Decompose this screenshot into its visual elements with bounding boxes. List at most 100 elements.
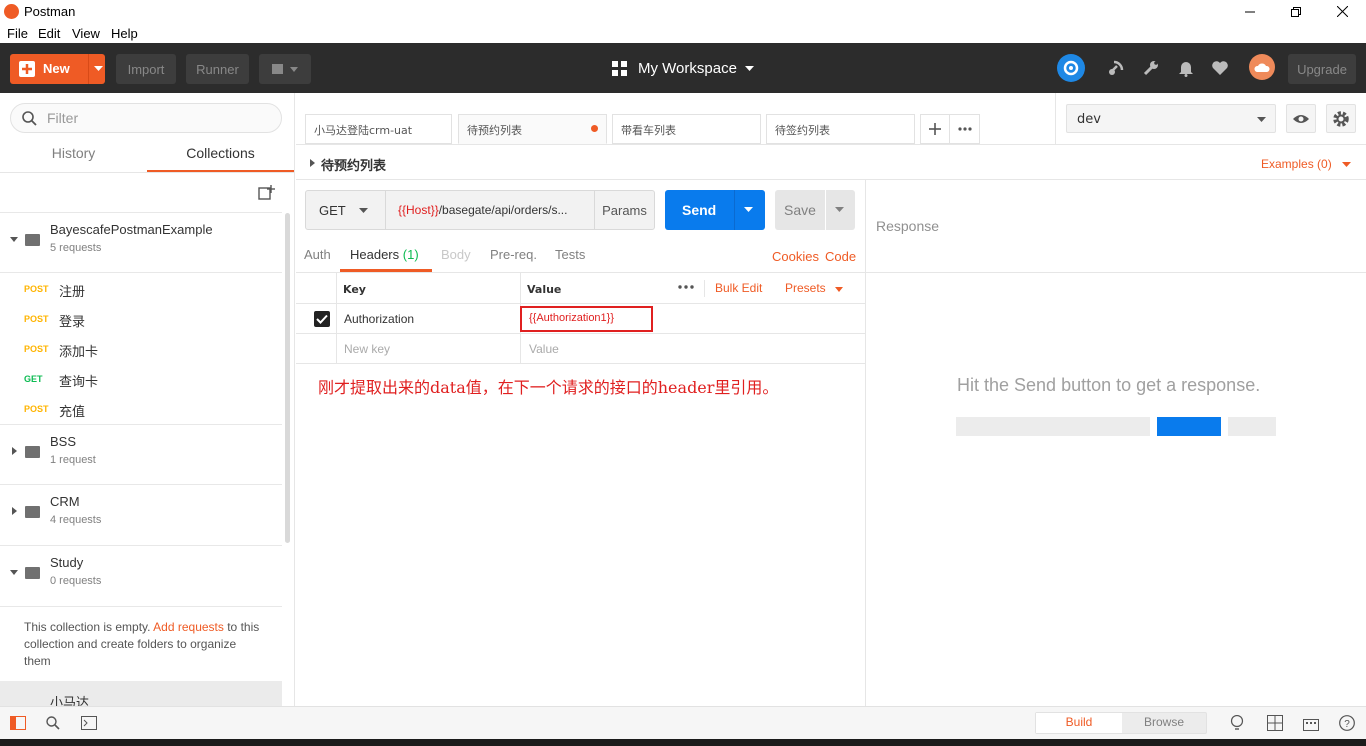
import-button[interactable]: Import xyxy=(116,54,176,84)
presets-dropdown[interactable]: Presets xyxy=(785,281,826,295)
chevron-down-icon[interactable] xyxy=(835,207,844,213)
collection-item[interactable]: 小马达 xyxy=(0,681,282,706)
menu-edit[interactable]: Edit xyxy=(38,26,60,41)
cookies-link[interactable]: Cookies xyxy=(772,249,819,264)
layout-icon[interactable] xyxy=(1267,715,1283,731)
request-item[interactable]: POST 添加卡 xyxy=(0,335,282,365)
menu-view[interactable]: View xyxy=(72,26,100,41)
manage-environments-button[interactable] xyxy=(1326,104,1356,133)
header-key[interactable]: Authorization xyxy=(344,312,414,326)
tab-history[interactable]: History xyxy=(0,145,147,173)
chevron-down-icon xyxy=(1257,117,1266,122)
environment-quick-look-button[interactable] xyxy=(1286,104,1316,133)
caret-right-icon[interactable] xyxy=(310,159,315,167)
placeholder-bar xyxy=(1228,417,1276,436)
workspace-switcher[interactable]: My Workspace xyxy=(612,60,754,77)
wrench-icon[interactable] xyxy=(1140,57,1162,79)
tab-tests[interactable]: Tests xyxy=(555,247,585,262)
grid-icon xyxy=(612,60,627,76)
menu-help[interactable]: Help xyxy=(111,26,138,41)
upgrade-button[interactable]: Upgrade xyxy=(1288,54,1356,84)
tab-collections[interactable]: Collections xyxy=(147,145,294,173)
bulk-edit-link[interactable]: Bulk Edit xyxy=(715,281,762,295)
url-path: /basegate/api/orders/s... xyxy=(438,203,568,217)
request-item[interactable]: POST 注册 xyxy=(0,275,282,305)
sync-icon[interactable] xyxy=(1057,54,1085,82)
keyboard-shortcuts-icon[interactable] xyxy=(1303,715,1319,731)
header-enabled-checkbox[interactable] xyxy=(314,311,330,327)
send-button[interactable]: Send xyxy=(665,190,765,230)
request-item[interactable]: POST 登录 xyxy=(0,305,282,335)
chevron-down-icon[interactable] xyxy=(94,66,103,72)
add-tab-icon[interactable] xyxy=(921,115,950,143)
close-icon[interactable] xyxy=(1319,0,1365,23)
restore-icon[interactable] xyxy=(1273,0,1319,23)
collection-count: 4 requests xyxy=(50,514,102,526)
satellite-icon[interactable] xyxy=(1105,57,1127,79)
collection-item[interactable]: Study 0 requests xyxy=(0,546,282,607)
new-button[interactable]: New xyxy=(10,54,105,84)
headers-table-header: Key Value Bulk Edit Presets xyxy=(296,273,865,363)
url-input[interactable]: {{Host}}/basegate/api/orders/s... xyxy=(385,190,595,230)
send-label: Send xyxy=(682,202,717,218)
build-button[interactable]: Build xyxy=(1036,713,1122,733)
request-tab-label: 待预约列表 xyxy=(467,124,522,137)
tab-body[interactable]: Body xyxy=(441,247,471,262)
minimize-icon[interactable] xyxy=(1227,0,1273,23)
collection-item[interactable]: BSS 1 request xyxy=(0,424,282,485)
header-toolbar: New Import Runner My Workspace Upgrade xyxy=(0,43,1366,93)
examples-dropdown[interactable]: Examples (0) xyxy=(1261,157,1332,171)
empty-collection-message: This collection is empty. Add requests t… xyxy=(24,619,264,670)
menu-file[interactable]: File xyxy=(7,26,28,41)
method-select[interactable]: GET xyxy=(305,190,386,230)
help-icon[interactable]: ? xyxy=(1339,715,1355,731)
search-icon[interactable] xyxy=(46,716,60,730)
annotation-note: 刚才提取出来的data值，在下一个请求的接口的header里引用。 xyxy=(318,378,779,397)
sidebar-toggle-icon[interactable] xyxy=(10,716,26,730)
request-item[interactable]: POST 充值 xyxy=(0,395,282,425)
code-link[interactable]: Code xyxy=(825,249,856,264)
column-key: Key xyxy=(343,283,366,296)
new-value-input[interactable]: Value xyxy=(529,342,559,356)
method-value: GET xyxy=(319,203,346,218)
console-icon[interactable] xyxy=(81,716,97,730)
lightbulb-icon[interactable] xyxy=(1230,715,1244,731)
check-icon xyxy=(316,314,328,324)
request-tab[interactable]: 带看车列表 xyxy=(612,114,761,144)
browse-button[interactable]: Browse xyxy=(1122,713,1206,733)
add-requests-link[interactable]: Add requests xyxy=(153,620,224,634)
header-value[interactable]: {{Authorization1}} xyxy=(529,312,614,324)
build-browse-toggle: Build Browse xyxy=(1035,712,1207,734)
new-button-label: New xyxy=(43,61,70,76)
request-item[interactable]: GET 查询卡 xyxy=(0,365,282,395)
bell-icon[interactable] xyxy=(1175,57,1197,79)
chevron-down-icon[interactable] xyxy=(744,207,753,213)
save-button[interactable]: Save xyxy=(775,190,855,230)
new-collection-icon[interactable] xyxy=(258,185,275,201)
chevron-down-icon[interactable] xyxy=(835,287,843,292)
new-key-input[interactable]: New key xyxy=(344,342,390,356)
runner-button[interactable]: Runner xyxy=(186,54,249,84)
more-tabs-icon[interactable] xyxy=(950,115,979,143)
more-options-icon[interactable] xyxy=(678,285,694,289)
request-tab[interactable]: 待签约列表 xyxy=(766,114,915,144)
url-variable: {{Host}} xyxy=(398,203,439,217)
tab-prerequest[interactable]: Pre-req. xyxy=(490,247,537,262)
avatar[interactable] xyxy=(1249,54,1275,80)
params-button[interactable]: Params xyxy=(594,190,655,230)
sidebar: Filter History Collections BayescafePost… xyxy=(0,93,295,706)
plus-icon xyxy=(19,61,35,77)
tab-auth[interactable]: Auth xyxy=(304,247,331,262)
new-window-button[interactable] xyxy=(259,54,311,84)
request-tab[interactable]: 小马达登陆crm-uat xyxy=(305,114,452,144)
chevron-down-icon[interactable] xyxy=(1342,162,1351,168)
request-name: 查询卡 xyxy=(59,375,99,390)
filter-field[interactable]: Filter xyxy=(10,103,282,133)
heart-icon[interactable] xyxy=(1209,57,1231,79)
collection-item[interactable]: BayescafePostmanExample 5 requests xyxy=(0,212,282,273)
request-tab-active[interactable]: 待预约列表 xyxy=(458,114,607,144)
collection-item[interactable]: CRM 4 requests xyxy=(0,485,282,546)
sidebar-scrollbar[interactable] xyxy=(285,213,290,543)
tab-headers[interactable]: Headers (1) xyxy=(340,247,432,272)
environment-select[interactable]: dev xyxy=(1066,104,1276,133)
